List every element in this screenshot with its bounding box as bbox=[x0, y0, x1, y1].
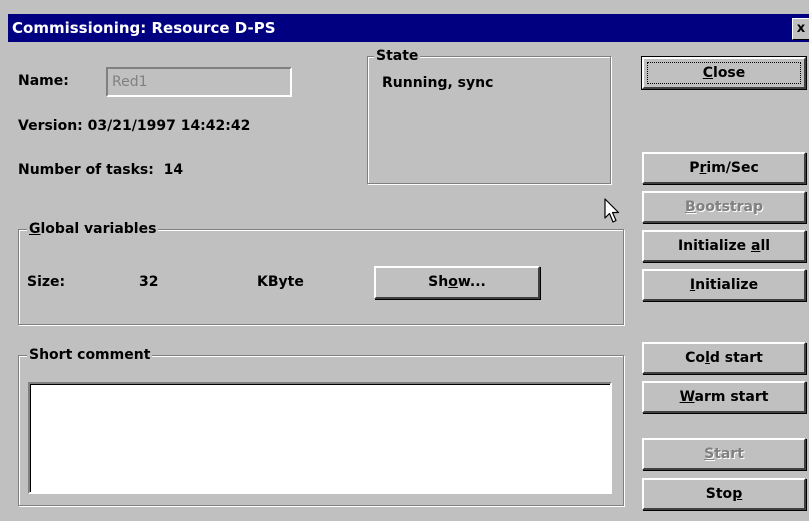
window-close-icon[interactable]: x bbox=[792, 18, 809, 40]
close-button[interactable]: Close bbox=[641, 56, 807, 90]
global-variables-label: Global variables bbox=[27, 220, 159, 238]
version-value: 03/21/1997 14:42:42 bbox=[87, 118, 251, 134]
state-value: Running, sync bbox=[382, 75, 494, 91]
size-value: 32 bbox=[139, 274, 159, 290]
commissioning-dialog: Commissioning: Resource D-PS x Name: Red… bbox=[0, 0, 809, 521]
size-unit: KByte bbox=[257, 274, 304, 290]
state-group: State Running, sync bbox=[367, 47, 611, 184]
initialize-all-button[interactable]: Initialize all bbox=[642, 230, 806, 262]
tasks-value: 14 bbox=[163, 162, 184, 178]
state-group-label: State bbox=[374, 47, 421, 65]
warm-start-button[interactable]: Warm start bbox=[642, 381, 806, 413]
prim-sec-button[interactable]: Prim/Sec bbox=[642, 152, 806, 184]
initialize-button[interactable]: Initialize bbox=[642, 269, 806, 301]
window-title: Commissioning: Resource D-PS bbox=[12, 19, 276, 37]
title-bar: Commissioning: Resource D-PS x bbox=[8, 14, 809, 42]
bootstrap-button[interactable]: Bootstrap bbox=[642, 191, 806, 223]
name-label: Name: bbox=[18, 73, 69, 89]
size-label: Size: bbox=[27, 274, 66, 290]
tasks-label: Number of tasks: bbox=[18, 162, 154, 178]
name-field[interactable]: Red1 bbox=[106, 67, 292, 97]
global-variables-group: Global variables Size: 32 KByte Show... bbox=[18, 220, 624, 325]
tasks-info: Number of tasks: 14 bbox=[18, 162, 183, 178]
version-info: Version: 03/21/1997 14:42:42 bbox=[18, 118, 250, 134]
version-label: Version: bbox=[18, 118, 83, 134]
short-comment-input[interactable] bbox=[28, 382, 612, 494]
stop-button[interactable]: Stop bbox=[642, 478, 806, 510]
cold-start-button[interactable]: Cold start bbox=[642, 342, 806, 374]
start-button[interactable]: Start bbox=[642, 438, 806, 470]
show-button[interactable]: Show... bbox=[374, 266, 540, 299]
short-comment-label: Short comment bbox=[27, 346, 153, 364]
arrow-cursor-icon bbox=[604, 198, 620, 223]
